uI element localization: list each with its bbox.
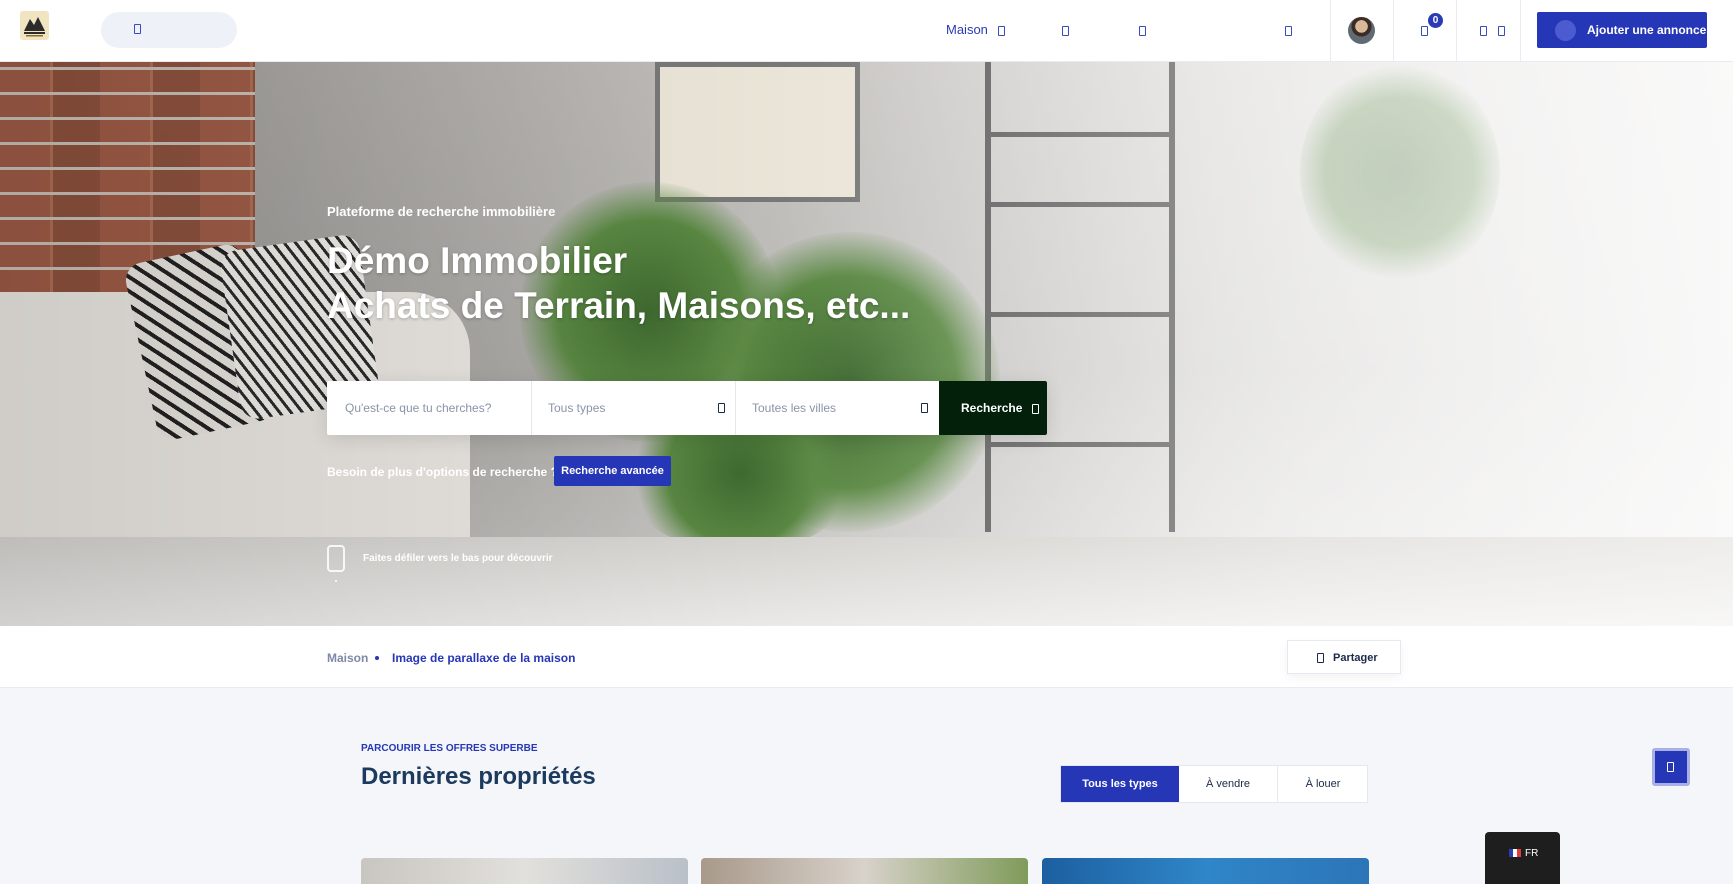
- hero-section: Plateforme de recherche immobilière Démo…: [0, 62, 1733, 626]
- breadcrumb-current: Image de parallaxe de la maison: [392, 651, 576, 665]
- hero-overlay: [0, 62, 1733, 626]
- divider: [531, 381, 532, 435]
- nav-item-maison[interactable]: Maison: [946, 22, 1005, 37]
- chevron-down-icon: [718, 403, 725, 413]
- scroll-hint: Faites défiler vers le bas pour découvri…: [363, 553, 553, 564]
- chevron-down-icon: [1285, 25, 1292, 36]
- nav-item-3[interactable]: [1139, 22, 1146, 37]
- property-card-image[interactable]: [1042, 858, 1369, 884]
- section-kicker: PARCOURIR LES OFFRES SUPERBE: [361, 743, 538, 754]
- chevron-down-icon: [997, 25, 1005, 36]
- site-header: Maison 0 Ajouter une annonce: [0, 0, 1733, 62]
- france-flag-icon: [1509, 849, 1521, 857]
- section-title: Dernières propriétés: [361, 763, 596, 790]
- property-type-value: Tous types: [548, 401, 606, 415]
- add-listing-button[interactable]: Ajouter une annonce: [1537, 12, 1707, 48]
- hero-search-form: Qu'est-ce que tu cherches? Tous types To…: [327, 381, 1047, 435]
- breadcrumb: Maison Image de parallaxe de la maison P…: [0, 626, 1733, 688]
- advanced-search-button[interactable]: Recherche avancée: [554, 456, 671, 486]
- chevron-down-icon: [1139, 25, 1146, 36]
- scroll-indicator-dot: [335, 580, 337, 582]
- filter-tab-for-rent[interactable]: À louer: [1278, 766, 1368, 802]
- property-type-select[interactable]: Tous types: [548, 381, 728, 435]
- keyword-search-input[interactable]: Qu'est-ce que tu cherches?: [345, 381, 520, 435]
- hero-title-line2: Achats de Terrain, Maisons, etc...: [327, 285, 911, 326]
- city-value: Toutes les villes: [752, 401, 837, 415]
- header-divider: [1330, 0, 1331, 62]
- nav-item-2[interactable]: [1062, 22, 1069, 37]
- nav-item-label: Maison: [946, 22, 988, 37]
- compare-icon: [1480, 25, 1487, 36]
- site-logo[interactable]: [20, 11, 49, 40]
- property-card-image[interactable]: [701, 858, 1028, 884]
- share-icon: [1317, 653, 1324, 663]
- favorites-button[interactable]: [1498, 22, 1505, 37]
- plus-icon: [1555, 20, 1576, 41]
- share-button[interactable]: Partager: [1287, 640, 1401, 674]
- hero-kicker: Plateforme de recherche immobilière: [327, 204, 556, 219]
- chevron-down-icon: [921, 403, 928, 413]
- search-icon: [1031, 403, 1039, 414]
- search-submit-button[interactable]: Recherche: [939, 381, 1047, 435]
- breadcrumb-separator: [375, 656, 379, 660]
- compare-button[interactable]: [1480, 22, 1487, 37]
- search-submit-label: Recherche: [961, 401, 1023, 415]
- property-card-image[interactable]: [361, 858, 688, 884]
- nav-item-4[interactable]: [1285, 22, 1292, 37]
- add-listing-label: Ajouter une annonce: [1587, 23, 1707, 37]
- cart-icon: [1421, 25, 1428, 36]
- header-search-toggle[interactable]: [101, 12, 237, 48]
- search-icon: [134, 24, 141, 34]
- language-switcher[interactable]: FR: [1485, 832, 1560, 884]
- scroll-mouse-icon[interactable]: [327, 545, 345, 572]
- hero-title: Démo Immobilier Achats de Terrain, Maiso…: [327, 238, 910, 328]
- back-to-top-button[interactable]: [1652, 748, 1690, 786]
- keyword-placeholder: Qu'est-ce que tu cherches?: [345, 401, 492, 415]
- heart-icon: [1498, 25, 1505, 36]
- hero-title-line1: Démo Immobilier: [327, 240, 628, 281]
- header-divider: [1393, 0, 1394, 62]
- cart-button[interactable]: [1421, 22, 1428, 37]
- language-code: FR: [1525, 848, 1539, 859]
- cart-count-badge: 0: [1428, 13, 1443, 28]
- filter-tab-for-sale[interactable]: À vendre: [1179, 766, 1277, 802]
- city-select[interactable]: Toutes les villes: [752, 381, 932, 435]
- breadcrumb-home-link[interactable]: Maison: [327, 651, 368, 665]
- listing-type-filter: Tous les types À vendre À louer: [1060, 765, 1368, 803]
- user-avatar[interactable]: [1348, 17, 1375, 44]
- header-divider: [1456, 0, 1457, 62]
- arrow-up-icon: [1667, 762, 1674, 772]
- advanced-search-question: Besoin de plus d'options de recherche ?: [327, 465, 558, 479]
- divider: [735, 381, 736, 435]
- header-divider: [1520, 0, 1521, 62]
- filter-tab-all[interactable]: Tous les types: [1061, 766, 1179, 802]
- share-label: Partager: [1333, 652, 1378, 664]
- chevron-down-icon: [1062, 25, 1069, 36]
